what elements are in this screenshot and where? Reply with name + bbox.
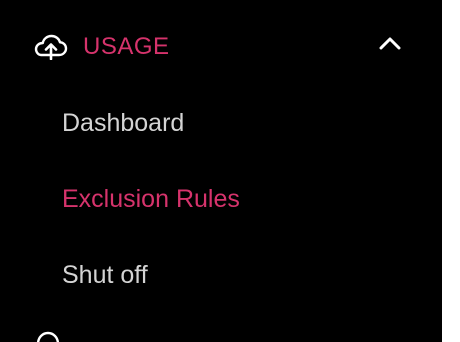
content-edge [442,0,460,342]
section-header-usage[interactable]: USAGE [0,22,442,72]
sidebar-item-dashboard[interactable]: Dashboard [0,98,442,148]
section-label: USAGE [83,33,170,60]
sidebar: USAGE Dashboard Exclusion Rules Shut off [0,0,442,342]
sidebar-item-label: Shut off [62,261,148,289]
chevron-up-icon[interactable] [377,34,403,52]
sidebar-item-label: Dashboard [62,109,185,137]
sidebar-item-exclusion-rules[interactable]: Exclusion Rules [0,174,442,224]
next-section-icon[interactable] [34,330,62,342]
sidebar-item-label: Exclusion Rules [62,185,240,213]
sidebar-item-shut-off[interactable]: Shut off [0,250,442,300]
cloud-upload-icon [32,34,68,61]
